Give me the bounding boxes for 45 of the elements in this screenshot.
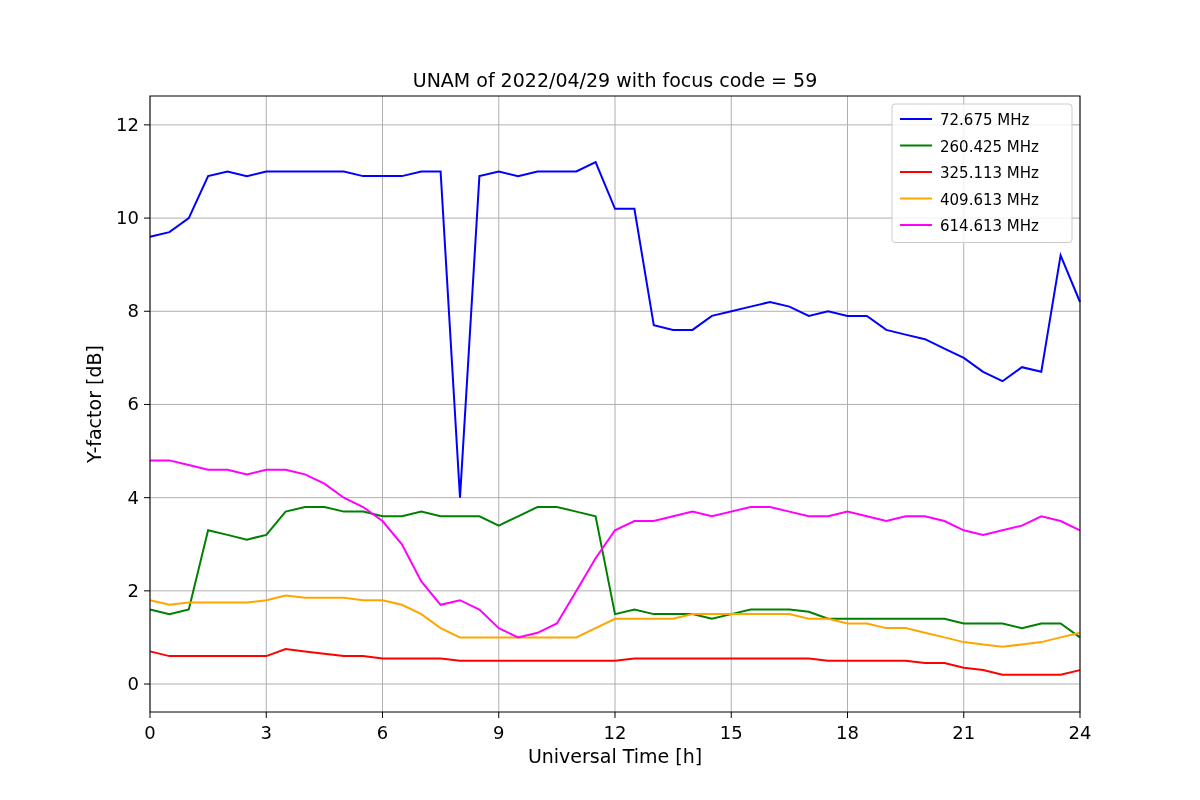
- tick-mark: [963, 711, 965, 719]
- legend-line: [899, 118, 933, 120]
- tick-label: 12: [116, 113, 139, 135]
- tick-mark: [498, 711, 500, 719]
- tick-mark: [847, 711, 848, 719]
- tick-label: 15: [719, 722, 743, 743]
- tick-mark: [143, 310, 151, 312]
- tick-mark: [265, 711, 267, 719]
- legend-line: [899, 224, 933, 226]
- tick-mark: [143, 590, 151, 592]
- legend-line: [899, 144, 933, 147]
- legend-label: 72.675 MHz: [940, 111, 1030, 129]
- tick-label: 21: [952, 722, 976, 743]
- axis-label: Y-factor [dB]: [83, 345, 105, 463]
- tick-label: 6: [127, 393, 139, 415]
- legend-label: 325.113 MHz: [940, 164, 1039, 182]
- tick-label: 10: [116, 207, 139, 229]
- tick-label: 24: [1068, 722, 1092, 743]
- tick-label: 0: [144, 722, 156, 743]
- tick-mark: [730, 711, 732, 719]
- tick-mark: [143, 683, 151, 685]
- tick-mark: [143, 497, 151, 499]
- tick-mark: [149, 711, 151, 719]
- tick-label: 2: [127, 579, 139, 601]
- legend-label: 409.613 MHz: [940, 190, 1039, 209]
- legend-label: 260.425 MHz: [940, 137, 1039, 156]
- axis-label: Universal Time [h]: [527, 745, 703, 767]
- tick-label: 9: [493, 722, 505, 743]
- legend-line: [899, 171, 933, 173]
- tick-label: 6: [376, 722, 389, 743]
- tick-label: 4: [127, 486, 139, 508]
- legend-line: [899, 197, 933, 200]
- tick-label: 3: [260, 722, 272, 743]
- tick-label: 12: [603, 722, 627, 743]
- tick-mark: [382, 711, 383, 719]
- legend-label: 614.613 MHz: [940, 217, 1039, 235]
- tick-mark: [1079, 711, 1081, 719]
- tick-label: 8: [127, 300, 139, 322]
- tick-label: 18: [836, 722, 859, 743]
- tick-mark: [143, 403, 151, 405]
- tick-label: 0: [127, 673, 139, 695]
- chart-title: UNAM of 2022/04/29 with focus code = 59: [412, 69, 818, 91]
- tick-mark: [143, 217, 151, 219]
- tick-mark: [614, 711, 616, 719]
- tick-mark: [143, 124, 151, 126]
